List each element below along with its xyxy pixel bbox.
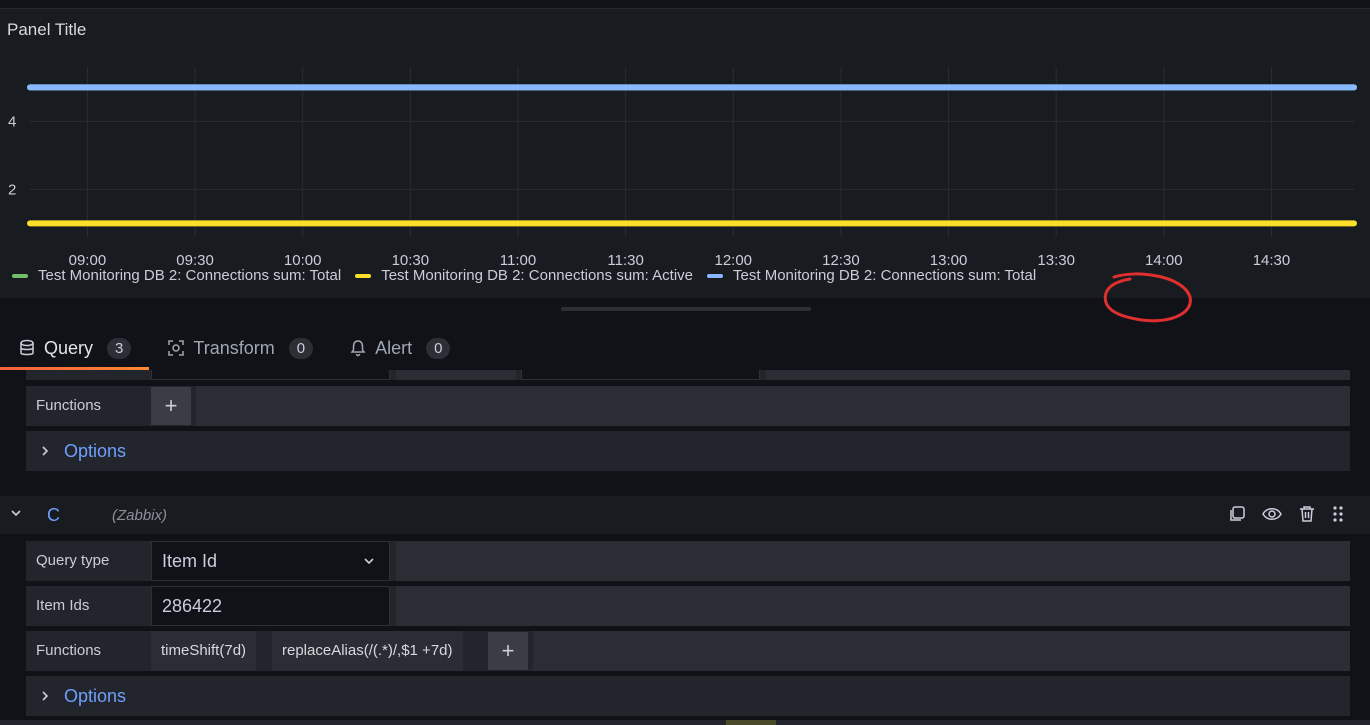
y-tick-label-0: 2 [8, 181, 16, 198]
tab-transform-count: 0 [288, 337, 314, 359]
chart-legend: Test Monitoring DB 2: Connections sum: T… [12, 267, 1036, 284]
query-editor: Functions + Options C (Zabbix) Query typ… [0, 370, 1370, 725]
y-tick-label-1: 4 [8, 113, 16, 130]
tab-query-count: 3 [107, 337, 132, 359]
duplicate-icon[interactable] [1228, 505, 1246, 523]
drag-handle-icon[interactable] [1332, 505, 1344, 523]
legend-swatch-2 [707, 273, 724, 278]
tab-query-label: Query [44, 337, 94, 358]
query-c-item-ids-row: Item Ids 286422 [26, 586, 1350, 626]
query-b-functions-filler [196, 386, 1350, 426]
query-c-query-type-label: Query type [26, 541, 171, 581]
editor-tabs: Query 3 Transform 0 Alert 0 [0, 326, 1370, 370]
legend-item-0[interactable]: Test Monitoring DB 2: Connections sum: T… [12, 267, 341, 284]
query-c-query-type-row: Query type Item Id [26, 541, 1350, 581]
query-type-value: Item Id [162, 551, 218, 571]
item-ids-input[interactable]: 286422 [151, 586, 390, 626]
function-chip-replacealias[interactable]: replaceAlias(/(.*)/,$1 +7d) [272, 631, 463, 671]
tab-alert-label: Alert [375, 337, 413, 358]
query-c-header: C (Zabbix) [0, 496, 1370, 534]
transform-icon [168, 340, 185, 356]
query-b-scrolled-row [26, 370, 1350, 380]
chevron-right-icon [42, 691, 49, 701]
query-b-filler-1 [396, 370, 516, 380]
next-query-accent [726, 720, 776, 725]
query-b-options-row[interactable]: Options [26, 431, 1350, 471]
eye-icon[interactable] [1262, 505, 1282, 523]
legend-label-1: Test Monitoring DB 2: Connections sum: A… [381, 267, 694, 284]
query-b-field-2[interactable] [521, 370, 760, 380]
legend-label-0: Test Monitoring DB 2: Connections sum: T… [38, 267, 342, 284]
legend-item-1[interactable]: Test Monitoring DB 2: Connections sum: A… [355, 267, 693, 284]
query-b-functions-label: Functions [26, 386, 171, 426]
tab-alert-count: 0 [426, 337, 451, 359]
query-c-functions-filler [533, 631, 1350, 671]
query-type-select[interactable]: Item Id [151, 541, 390, 581]
query-b-add-function-button[interactable]: + [151, 387, 191, 425]
legend-swatch-0 [12, 273, 28, 278]
query-c-item-ids-label: Item Ids [26, 586, 171, 626]
legend-label-2: Test Monitoring DB 2: Connections sum: T… [733, 267, 1037, 284]
trash-icon[interactable] [1298, 505, 1316, 523]
legend-item-2[interactable]: Test Monitoring DB 2: Connections sum: T… [707, 267, 1036, 284]
x-tick-label-11: 14:30 [1253, 252, 1291, 269]
query-b-field-1[interactable] [151, 370, 390, 380]
legend-swatch-1 [355, 273, 372, 278]
tab-alert[interactable]: Alert 0 [331, 326, 468, 370]
time-series-chart: 09:00 09:30 10:00 10:30 11:00 11:30 12:00 12:30… [8, 67, 1357, 269]
query-c-datasource: (Zabbix) [112, 507, 168, 524]
x-tick-label-10: 14:00 [1145, 252, 1183, 269]
tab-transform[interactable]: Transform 0 [149, 326, 331, 370]
query-b-filler-2 [766, 370, 1350, 380]
graph-panel: 09:00 09:30 10:00 10:30 11:00 11:30 12:00 12:30… [0, 8, 1370, 323]
plus-icon: + [501, 638, 515, 663]
red-circle-annotation [1103, 272, 1192, 323]
plus-icon: + [164, 393, 178, 418]
query-c-ref-id[interactable]: C [47, 505, 60, 526]
panel-title[interactable]: Panel Title [7, 20, 86, 40]
panel-resize-handle[interactable] [561, 307, 811, 311]
query-c-add-function-button[interactable]: + [488, 632, 528, 670]
chevron-right-icon [42, 446, 49, 456]
database-icon [20, 339, 34, 356]
query-b-options-label: Options [64, 440, 127, 461]
query-c-functions-label: Functions [26, 631, 171, 671]
query-type-filler [396, 541, 1350, 581]
x-tick-label-9: 13:30 [1037, 252, 1075, 269]
function-chip-timeshift[interactable]: timeShift(7d) [151, 631, 257, 671]
bell-icon [350, 340, 366, 357]
query-b-functions-row: Functions + [26, 386, 1350, 426]
chevron-down-icon [364, 558, 374, 565]
next-query-edge [0, 720, 1370, 725]
tab-transform-label: Transform [193, 337, 275, 358]
tab-query[interactable]: Query 3 [0, 326, 150, 370]
item-ids-filler [396, 586, 1350, 626]
query-c-options-label: Options [64, 685, 127, 706]
chevron-down-icon[interactable] [10, 508, 22, 518]
query-c-options-row[interactable]: Options [26, 676, 1350, 716]
item-ids-value: 286422 [162, 596, 223, 616]
query-c-functions-row: Functions timeShift(7d) replaceAlias(/(.… [26, 631, 1350, 671]
query-c-actions [1228, 505, 1344, 523]
